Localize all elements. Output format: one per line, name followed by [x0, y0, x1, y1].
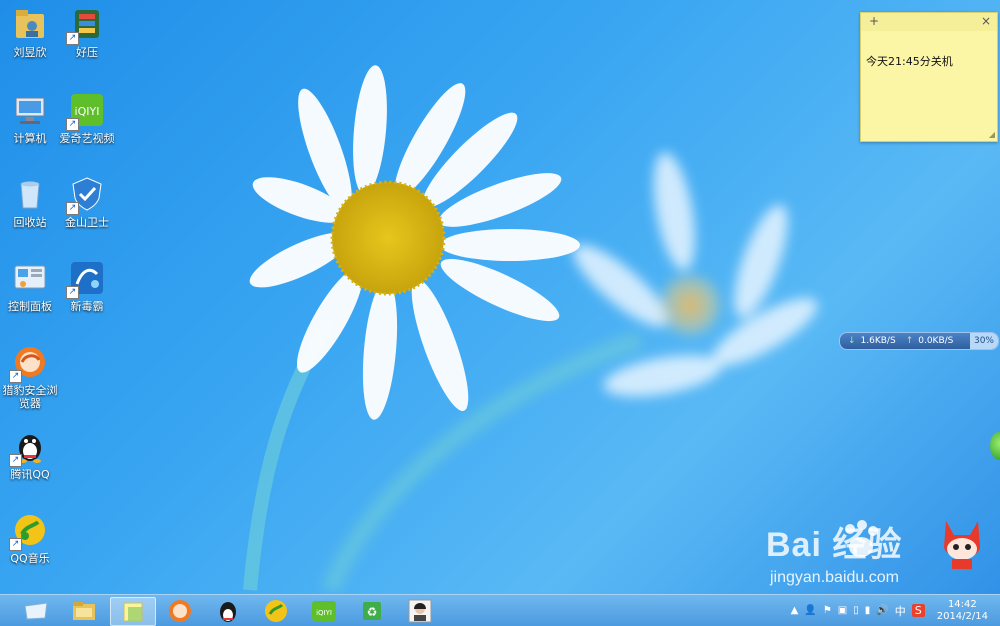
shortcut-arrow-icon: ↗ — [9, 538, 22, 551]
desktop-icon-control-panel[interactable]: 控制面板 — [0, 260, 60, 313]
taskbar-start-button[interactable] — [14, 597, 58, 624]
sticky-note-titlebar[interactable]: + × — [861, 13, 997, 31]
shortcut-arrow-icon: ↗ — [9, 454, 22, 467]
add-note-button[interactable]: + — [869, 14, 879, 28]
desktop-icon-kingsoft-shield[interactable]: ↗ 金山卫士 — [57, 176, 117, 229]
desktop-icon-label: 腾讯QQ — [10, 468, 50, 481]
taskbar-sticky-notes[interactable] — [110, 597, 156, 626]
desktop-icon-user-folder[interactable]: 刘昱欣 — [0, 6, 60, 59]
desktop-icon-label: 金山卫士 — [65, 216, 109, 229]
file-explorer-icon — [73, 601, 95, 620]
user-photo-icon — [408, 599, 432, 622]
taskbar-qq-music[interactable] — [254, 597, 298, 624]
desktop-icon-qq-music[interactable]: ↗ QQ音乐 — [0, 512, 60, 565]
baidu-paw-icon — [845, 520, 878, 557]
svg-text:♻: ♻ — [367, 605, 378, 619]
taskbar-recycle-bin[interactable]: ♻ — [350, 597, 394, 624]
desktop-icon-duba[interactable]: ↗ 新毒霸 — [57, 260, 117, 313]
watermark-url: jingyan.baidu.com — [770, 569, 899, 586]
desktop-icon-label: 回收站 — [13, 216, 47, 229]
desktop-icon-liebao-browser[interactable]: ↗ 猎豹安全浏览器 — [0, 344, 60, 410]
recycle-bin-icon: ♻ — [363, 601, 381, 620]
shortcut-arrow-icon: ↗ — [66, 118, 79, 131]
upload-speed: 0.0KB/S — [918, 336, 954, 346]
desktop-icon-computer[interactable]: 计算机 — [0, 92, 60, 145]
svg-text:iQIYI: iQIYI — [75, 105, 100, 118]
liebao-browser-icon: ↗ — [9, 344, 48, 383]
sticky-note-text[interactable]: 今天21:45分关机 — [861, 31, 997, 69]
desktop-icon-label: 好压 — [76, 46, 98, 59]
shortcut-arrow-icon: ↗ — [66, 202, 79, 215]
sogou-ime-icon[interactable]: S — [911, 604, 925, 617]
sticky-notes-icon — [123, 602, 143, 621]
qq-icon: ↗ — [9, 428, 48, 467]
clock-date: 2014/2/14 — [936, 610, 988, 622]
folder-user-icon — [12, 6, 48, 42]
baidu-jingyan-watermark: Bai 经验 jingyan.baidu.com — [760, 517, 1000, 597]
show-hidden-icons-chevron-icon[interactable]: ▲ — [791, 605, 799, 616]
shortcut-arrow-icon: ↗ — [66, 286, 79, 299]
close-note-button[interactable]: × — [981, 14, 991, 28]
net-speed-widget[interactable]: ↓ 1.6KB/S ↑ 0.0KB/S 30% — [839, 332, 999, 350]
system-tray: ▲ 👤 ⚑ ▣ ▯ ▮ 🔊 中 S 14:42 2014/2/14 — [791, 595, 1000, 626]
resize-grip-icon[interactable]: ◢ — [989, 130, 995, 139]
battery-icon[interactable]: ▯ — [853, 605, 859, 616]
control-panel-icon — [12, 260, 48, 296]
haozip-icon: ↗ — [66, 6, 105, 45]
desktop-icon-qq[interactable]: ↗ 腾讯QQ — [0, 428, 60, 481]
iqiyi-icon: iQIYI ↗ — [66, 92, 105, 131]
liebao-browser-icon — [169, 599, 191, 622]
desktop-icon-recycle-bin[interactable]: 回收站 — [0, 176, 60, 229]
desktop-icon-haozip[interactable]: ↗ 好压 — [57, 6, 117, 59]
action-center-flag-icon[interactable]: ⚑ — [823, 605, 832, 616]
desktop-icon-label: 计算机 — [13, 132, 47, 145]
taskbar-iqiyi[interactable]: iQIYI — [302, 597, 346, 624]
taskbar-photo[interactable] — [398, 597, 442, 624]
qq-icon — [220, 601, 236, 622]
download-arrow-icon: ↓ — [848, 336, 856, 346]
qq-music-icon — [265, 599, 287, 622]
taskbar-qq[interactable] — [206, 597, 250, 624]
ime-language-indicator[interactable]: 中 — [895, 603, 906, 619]
fox-mascot-icon — [944, 521, 980, 569]
desktop-icon-label: 猎豹安全浏览器 — [2, 384, 58, 410]
desktop-icon-iqiyi[interactable]: iQIYI ↗ 爱奇艺视频 — [57, 92, 117, 145]
svg-text:iQIYI: iQIYI — [316, 609, 332, 617]
security-tray-icon[interactable]: ▣ — [838, 605, 847, 616]
taskbar: iQIYI ♻ ▲ 👤 ⚑ ▣ ▯ ▮ 🔊 中 S 14:42 2014/2/1… — [0, 594, 1000, 626]
volume-icon[interactable]: 🔊 — [876, 605, 888, 616]
taskbar-clock[interactable]: 14:42 2014/2/14 — [937, 599, 988, 623]
user-tray-icon[interactable]: 👤 — [804, 605, 816, 616]
taskbar-file-explorer[interactable] — [62, 597, 106, 624]
recycle-bin-icon — [12, 176, 48, 212]
cpu-usage: 30% — [969, 333, 998, 349]
desktop-icon-label: 爱奇艺视频 — [59, 132, 115, 145]
taskbar-liebao-browser[interactable] — [158, 597, 202, 624]
qq-music-icon: ↗ — [9, 512, 48, 551]
computer-icon — [12, 92, 48, 128]
desktop-icon-label: QQ音乐 — [10, 552, 50, 565]
desktop-icon-label: 新毒霸 — [70, 300, 104, 313]
upload-arrow-icon: ↑ — [905, 336, 914, 346]
duba-icon: ↗ — [66, 260, 105, 299]
start-button-icon — [24, 601, 48, 620]
network-signal-icon[interactable]: ▮ — [865, 605, 871, 616]
shortcut-arrow-icon: ↗ — [9, 370, 22, 383]
desktop-icon-area: 刘昱欣 ↗ 好压 计算机 iQIYI ↗ 爱奇艺视频 回收站 ↗ 金山卫士 控制… — [0, 0, 130, 590]
desktop-icon-label: 刘昱欣 — [13, 46, 47, 59]
iqiyi-icon: iQIYI — [312, 600, 336, 621]
desktop-icon-label: 控制面板 — [8, 300, 52, 313]
kingsoft-shield-icon: ↗ — [66, 176, 105, 215]
clock-time: 14:42 — [947, 598, 977, 610]
shortcut-arrow-icon: ↗ — [66, 32, 79, 45]
sticky-note[interactable]: + × 今天21:45分关机 ◢ — [860, 12, 998, 142]
download-speed: 1.6KB/S — [860, 336, 896, 346]
